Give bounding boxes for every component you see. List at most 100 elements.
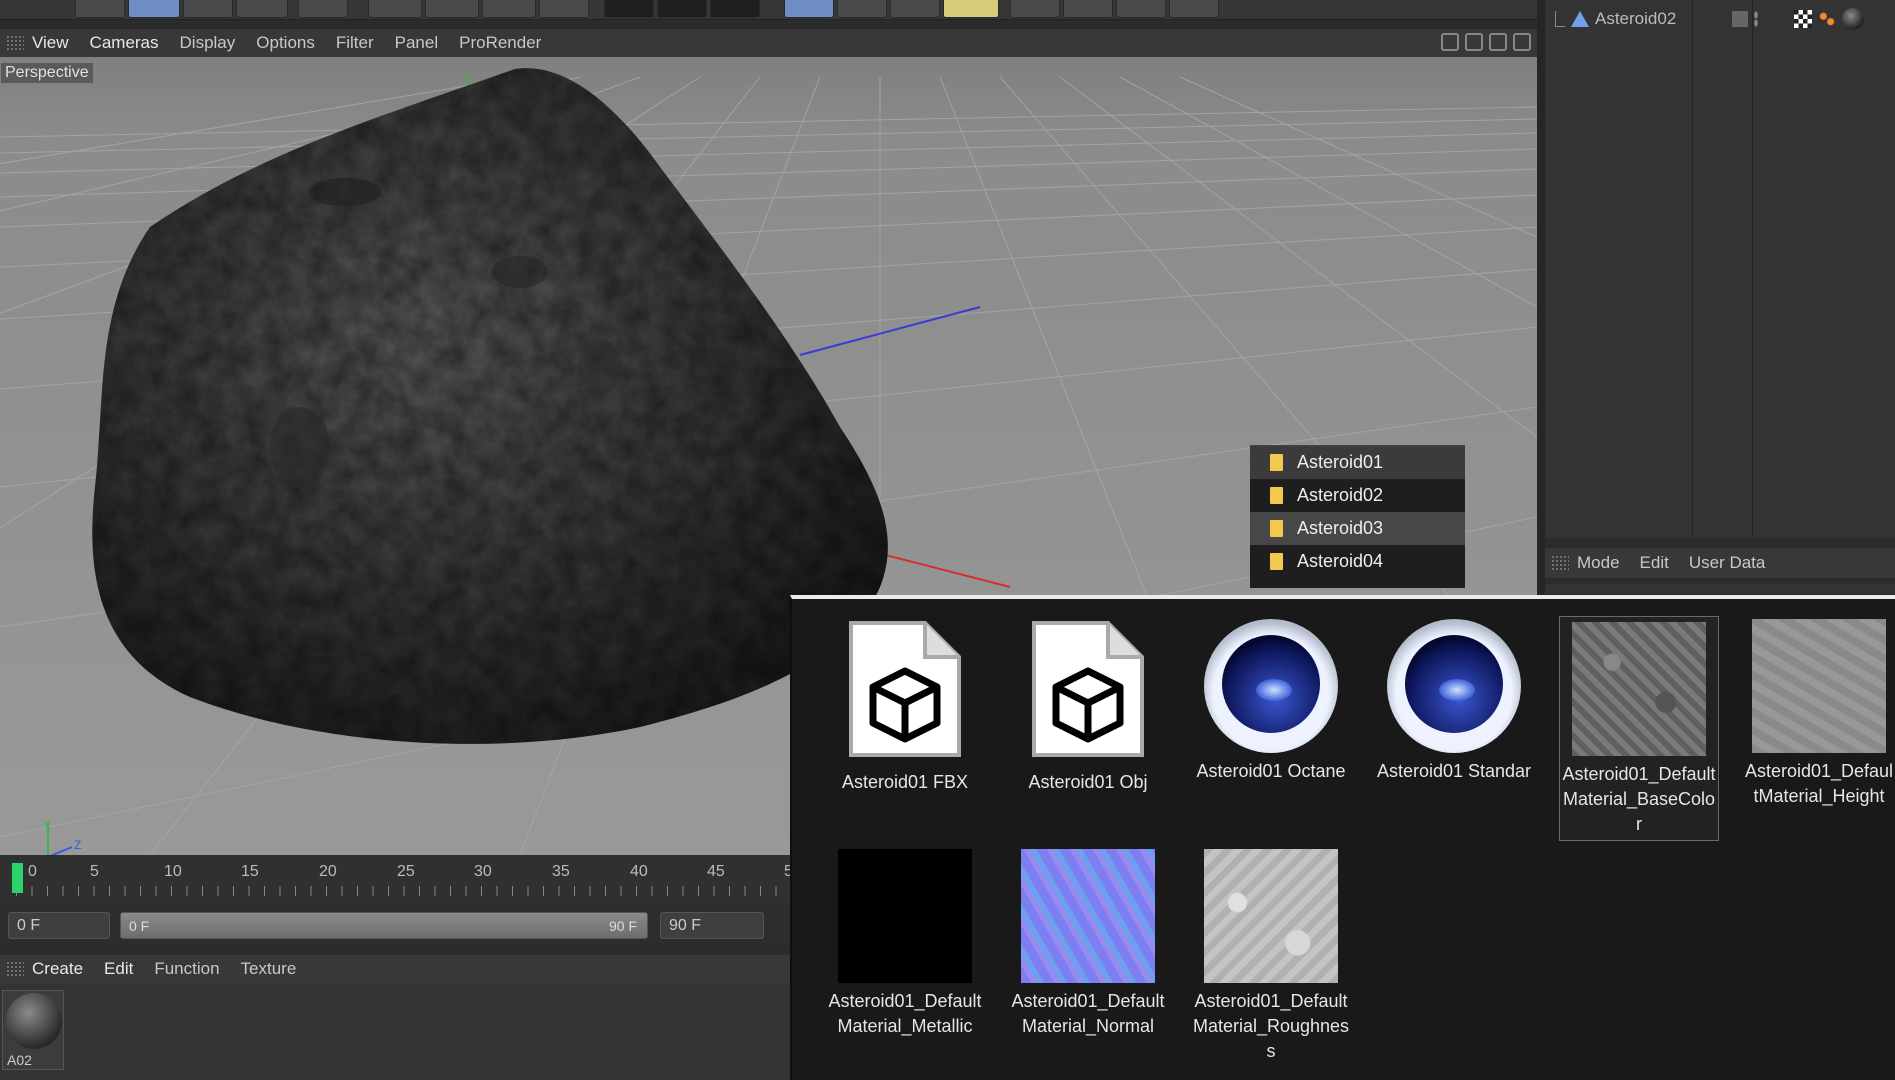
menu-panel[interactable]: Panel — [395, 33, 438, 53]
frame-range-slider[interactable]: 0 F 90 F — [120, 912, 648, 939]
undo-tool-button[interactable] — [75, 0, 125, 18]
rotate-tool-button[interactable] — [236, 0, 288, 18]
viewport-menubar: View Cameras Display Options Filter Pane… — [0, 29, 1537, 57]
orbit-icon[interactable] — [1489, 33, 1507, 51]
menu-mode[interactable]: Mode — [1577, 553, 1620, 573]
light-button[interactable] — [1169, 0, 1219, 18]
folder-label: Asteroid01 — [1297, 452, 1384, 472]
tick-label: 30 — [474, 863, 492, 880]
render-settings-button[interactable] — [710, 0, 760, 18]
material-manager: A02 — [0, 983, 790, 1080]
cube-primitive-button[interactable] — [784, 0, 834, 18]
checker-tag-icon[interactable] — [1794, 10, 1813, 28]
select-tool-button[interactable] — [298, 0, 348, 18]
file-normal-texture[interactable]: Asteroid01_DefaultMaterial_Normal — [1008, 849, 1168, 1039]
menu-user-data[interactable]: User Data — [1689, 553, 1766, 573]
material-preview-icon — [6, 993, 62, 1049]
menu-prorender[interactable]: ProRender — [459, 33, 541, 53]
y-axis-lock-button[interactable] — [425, 0, 479, 18]
cloner-button[interactable] — [943, 0, 999, 18]
z-axis-lock-button[interactable] — [482, 0, 536, 18]
end-frame-field[interactable]: 90 F — [660, 912, 764, 939]
asteroid-mesh[interactable] — [92, 68, 888, 744]
menu-create[interactable]: Create — [32, 959, 83, 979]
zoom-icon[interactable] — [1465, 33, 1483, 51]
folder-icon — [1270, 487, 1283, 504]
render-picture-viewer-button[interactable] — [657, 0, 707, 18]
floor-button[interactable] — [1063, 0, 1113, 18]
camera-button[interactable] — [1116, 0, 1166, 18]
axis-label-z: Z — [74, 838, 81, 852]
end-frame-value: 90 F — [669, 917, 702, 934]
object-row[interactable]: Asteroid02 — [1555, 8, 1865, 30]
material-thumbnail[interactable]: A02 — [2, 990, 64, 1070]
render-view-button[interactable] — [604, 0, 654, 18]
folder-label: Asteroid02 — [1297, 485, 1384, 505]
current-frame-field[interactable]: 0 F — [8, 912, 110, 939]
cinema4d-icon — [1387, 619, 1521, 753]
material-menubar: Create Edit Function Texture — [0, 955, 790, 983]
material-tag-icon[interactable] — [1842, 8, 1865, 30]
phong-tag-icon[interactable] — [1818, 10, 1837, 28]
object-name[interactable]: Asteroid02 — [1595, 9, 1676, 29]
menu-function[interactable]: Function — [154, 959, 219, 979]
file-name: Asteroid01_DefaultMaterial_Normal — [1011, 991, 1165, 1036]
folder-item-asteroid02[interactable]: Asteroid02 — [1250, 479, 1465, 512]
folder-item-asteroid01[interactable]: Asteroid01 — [1250, 446, 1465, 479]
polygon-object-icon — [1571, 11, 1589, 27]
panel-grip-icon[interactable] — [6, 961, 24, 977]
menu-options[interactable]: Options — [256, 33, 315, 53]
menu-display[interactable]: Display — [180, 33, 236, 53]
menu-filter[interactable]: Filter — [336, 33, 374, 53]
subdivision-button[interactable] — [890, 0, 940, 18]
file-asteroid01-octane[interactable]: Asteroid01 Octane — [1191, 619, 1351, 784]
layer-tag-icon[interactable] — [1732, 11, 1749, 27]
x-axis-lock-button[interactable] — [368, 0, 422, 18]
menu-edit[interactable]: Edit — [104, 959, 133, 979]
coordinate-system-button[interactable] — [539, 0, 589, 18]
menu-texture[interactable]: Texture — [241, 959, 297, 979]
file-name: Asteroid01_DefaultMaterial_Metallic — [828, 991, 982, 1036]
file-asteroid01-obj[interactable]: Asteroid01 Obj — [1008, 619, 1168, 795]
viewport-label: Perspective — [1, 63, 93, 83]
menu-cameras[interactable]: Cameras — [90, 33, 159, 53]
tick-label: 20 — [319, 863, 337, 880]
tick-label: 0 — [28, 863, 37, 880]
file-name: Asteroid01_DefaultMaterial_Height — [1744, 761, 1894, 806]
file-height-texture[interactable]: Asteroid01_DefaultMaterial_Height — [1743, 619, 1895, 809]
visibility-dots-icon[interactable] — [1754, 11, 1759, 27]
folder-item-asteroid04[interactable]: Asteroid04 — [1250, 545, 1465, 578]
file-asteroid01-standar[interactable]: Asteroid01 Standar — [1374, 619, 1534, 784]
playhead[interactable] — [12, 863, 23, 893]
file-name: Asteroid01_DefaultMaterial_Roughness — [1192, 991, 1350, 1061]
file-roughness-texture[interactable]: Asteroid01_DefaultMaterial_Roughness — [1191, 849, 1351, 1064]
tick-label: 40 — [630, 863, 648, 880]
panel-grip-icon[interactable] — [6, 35, 24, 51]
folder-icon — [1270, 553, 1283, 570]
menu-edit[interactable]: Edit — [1640, 553, 1669, 573]
folder-icon — [1270, 454, 1283, 471]
scale-tool-button[interactable] — [183, 0, 233, 18]
pan-icon[interactable] — [1441, 33, 1459, 51]
file-basecolor-texture[interactable]: Asteroid01_DefaultMaterial_BaseColor — [1559, 616, 1719, 841]
timeline-ruler[interactable]: 0 5 10 15 20 25 30 35 40 45 5 — [0, 855, 793, 905]
deformer-button[interactable] — [1010, 0, 1060, 18]
cinema4d-icon — [1204, 619, 1338, 753]
menu-view[interactable]: View — [32, 33, 69, 53]
file-asteroid01-fbx[interactable]: Asteroid01 FBX — [825, 619, 985, 795]
folder-icon — [1270, 520, 1283, 537]
maximize-view-icon[interactable] — [1513, 33, 1531, 51]
folder-label: Asteroid03 — [1297, 518, 1384, 538]
move-tool-button[interactable] — [128, 0, 180, 18]
tick-label: 10 — [164, 863, 182, 880]
texture-thumbnail — [1752, 619, 1886, 753]
spline-pen-button[interactable] — [837, 0, 887, 18]
folder-dropdown: Asteroid01 Asteroid02 Asteroid03 Asteroi… — [1250, 445, 1465, 588]
panel-grip-icon[interactable] — [1551, 555, 1569, 571]
file-name: Asteroid01 Standar — [1376, 761, 1532, 781]
file-metallic-texture[interactable]: Asteroid01_DefaultMaterial_Metallic — [825, 849, 985, 1039]
folder-item-asteroid03[interactable]: Asteroid03 — [1250, 512, 1465, 545]
main-toolbar — [0, 0, 1545, 20]
file-explorer: Asteroid01 FBX Asteroid01 Obj Asteroid01… — [790, 595, 1895, 1080]
folder-label: Asteroid04 — [1297, 551, 1384, 571]
